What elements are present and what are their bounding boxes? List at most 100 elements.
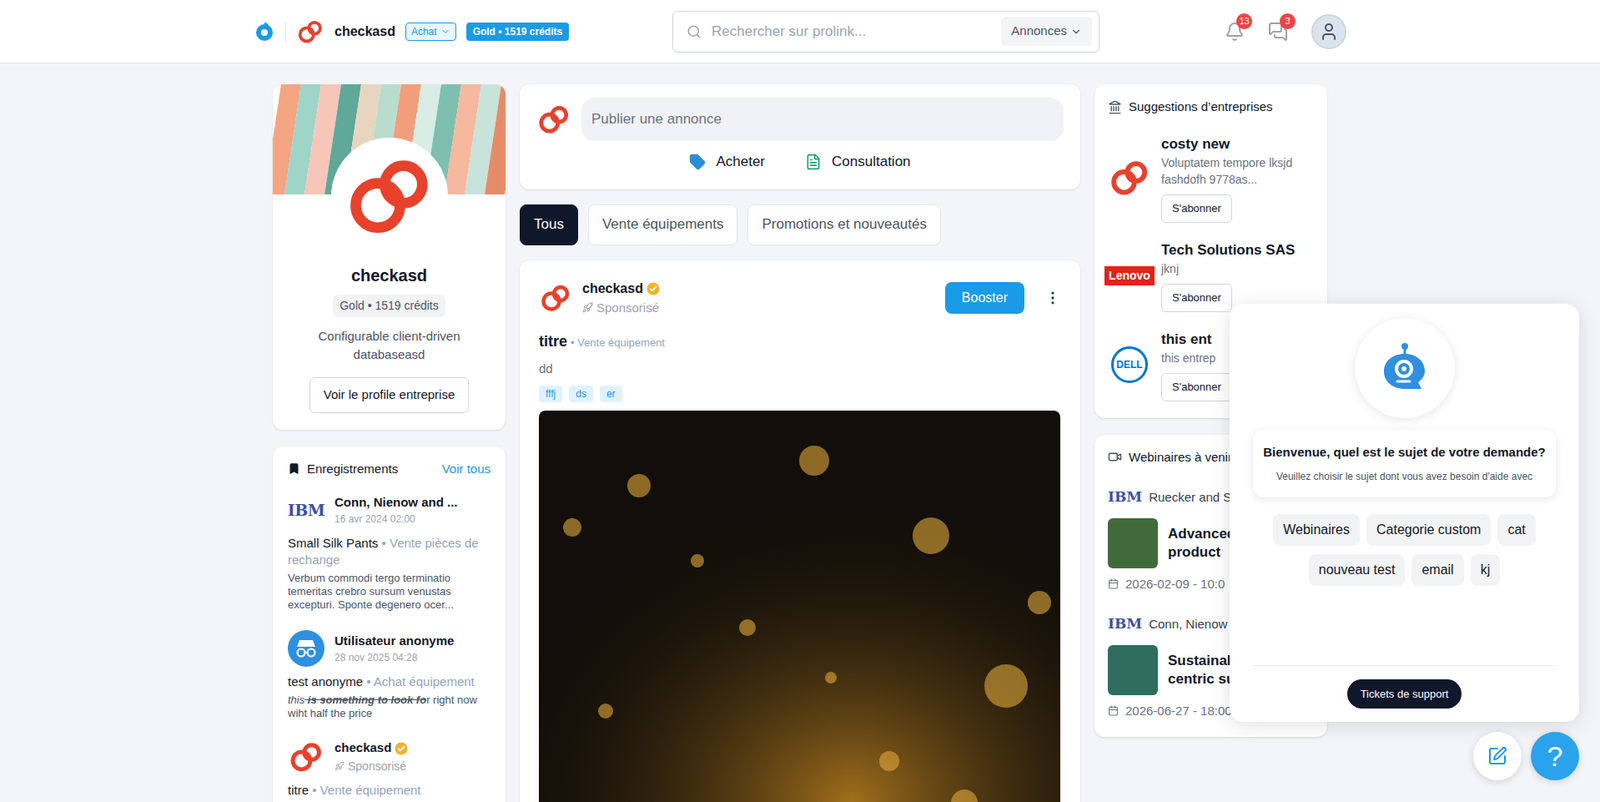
top-navbar: checkasd Achat Gold • 1519 crédits Recherch…	[0, 0, 1600, 64]
anonymous-user-icon	[287, 629, 325, 667]
saved-item-title: Small Silk Pants	[287, 535, 378, 550]
topic-chip[interactable]: cat	[1497, 513, 1535, 546]
more-icon[interactable]	[1044, 289, 1062, 307]
topic-chip[interactable]: Webinaires	[1272, 513, 1360, 546]
bot-icon	[1375, 338, 1434, 398]
feed-tab[interactable]: Promotions et nouveautés	[747, 204, 941, 246]
saved-item[interactable]: Utilisateur anonyme28 nov 2025 04:28 test…	[287, 629, 491, 720]
suggestion-item: costy newVoluptatem tempore lksjd fashdo…	[1107, 133, 1314, 223]
building-icon	[1107, 100, 1123, 115]
notifications-button[interactable]: 13	[1224, 21, 1245, 42]
assistant-panel: Bienvenue, quel est le sujet de votre de…	[1229, 303, 1580, 722]
suggestion-item: Lenovo Tech Solutions SASjknj S'abonner	[1107, 239, 1314, 312]
post-tag[interactable]: fffj	[538, 385, 563, 403]
saved-item-title: titre	[287, 782, 309, 797]
calendar-icon	[1107, 704, 1119, 716]
subscribe-button[interactable]: S'abonner	[1161, 194, 1233, 223]
saved-item-category: • Achat équipement	[366, 674, 475, 689]
profile-plan: Gold • 1519 crédits	[332, 294, 446, 317]
saved-item-category: • Vente équipement	[311, 782, 421, 797]
feed-tab[interactable]: Vente équipements	[588, 204, 739, 246]
see-all-link[interactable]: Voir tous	[442, 459, 491, 479]
rocket-icon	[582, 301, 594, 313]
saved-item-date: 28 nov 2025 04:28	[334, 649, 454, 665]
compose-fab[interactable]	[1473, 731, 1522, 780]
topic-chip[interactable]: nouveau test	[1308, 553, 1406, 586]
company-logo: DELL	[1107, 342, 1152, 387]
plan-badge: Gold • 1519 crédits	[466, 22, 570, 41]
suggestion-name[interactable]: Tech Solutions SAS	[1161, 239, 1295, 262]
document-icon	[805, 153, 822, 171]
topic-chip[interactable]: kj	[1470, 553, 1501, 586]
saved-item[interactable]: checkasdSponsorisé titre • Vente équipeme…	[287, 738, 491, 799]
user-icon	[1318, 21, 1339, 42]
main-content: checkasdGold • 1519 créditsConfigurable …	[272, 63, 1328, 802]
topic-chip[interactable]: email	[1411, 553, 1464, 586]
messages-button[interactable]: 3	[1267, 21, 1289, 42]
post-image	[538, 410, 1061, 802]
suggestions-title: Suggestions d’entreprises	[1128, 97, 1273, 117]
brand-logo-icon	[287, 738, 325, 775]
boost-button[interactable]: Booster	[945, 281, 1025, 314]
subscribe-button[interactable]: S'abonner	[1161, 283, 1233, 312]
messages-count: 3	[1279, 13, 1296, 30]
assistant-hint: Veuillez choisir le sujet dont vous avez…	[1262, 468, 1546, 484]
composer-action[interactable]: Acheter	[689, 150, 765, 173]
suggestion-name[interactable]: costy new	[1161, 133, 1230, 156]
topic-chip[interactable]: Categorie custom	[1366, 513, 1491, 546]
app-root: checkasd Achat Gold • 1519 crédits Recherch…	[0, 0, 1600, 802]
feed-tab[interactable]: Tous	[519, 204, 579, 246]
post-tag[interactable]: er	[599, 385, 623, 403]
app-logo-icon[interactable]	[253, 20, 276, 43]
post-body: dd	[538, 359, 1062, 379]
suggestion-name[interactable]: this ent	[1161, 328, 1212, 351]
saved-item-description: this is something to look for right now …	[287, 693, 491, 720]
saved-item-title: test anonyme	[287, 674, 363, 689]
post-author[interactable]: checkasd	[582, 278, 644, 299]
search-scope-dropdown[interactable]: Annonces	[1001, 16, 1092, 46]
saved-item-author: Utilisateur anonyme	[334, 631, 454, 651]
brand-logo-icon	[1107, 155, 1152, 200]
saved-item-description: Verbum commodi tergo terminatio temerita…	[287, 571, 491, 612]
feed-column: Publier une annonce Acheter Consultation To…	[519, 84, 1081, 802]
mode-badge[interactable]: Achat	[405, 22, 457, 41]
webinar-thumbnail	[1107, 518, 1158, 569]
notifications-count: 13	[1236, 13, 1253, 30]
search-icon	[686, 24, 702, 40]
webinar-title: Advancedproduct	[1167, 524, 1236, 562]
video-icon	[1107, 449, 1123, 464]
saved-item-author: Conn, Nienow and ...	[334, 493, 458, 513]
company-logo: Lenovo	[1107, 253, 1152, 297]
support-tickets-button[interactable]: Tickets de support	[1347, 679, 1463, 710]
saved-item-sponsored: Sponsorisé	[334, 757, 408, 775]
saved-item-author: checkasd	[334, 738, 392, 758]
assistant-message: Bienvenue, quel est le sujet de votre de…	[1252, 429, 1556, 498]
calendar-icon	[1107, 578, 1119, 589]
brand-logo-icon	[536, 101, 572, 137]
post-tag[interactable]: ds	[568, 385, 594, 403]
suggestion-description: Voluptatem tempore lksjd fashdofh 9778as…	[1161, 154, 1314, 188]
rocket-icon	[334, 760, 345, 771]
saved-item[interactable]: IBMConn, Nienow and ...16 avr 2024 02:00…	[287, 491, 491, 612]
assistant-greeting: Bienvenue, quel est le sujet de votre de…	[1262, 442, 1546, 463]
chevron-down-icon	[440, 26, 451, 37]
search-field[interactable]: Rechercher sur prolink...Annonces	[672, 10, 1100, 53]
assistant-avatar	[1354, 317, 1455, 418]
subscribe-button[interactable]: S'abonner	[1161, 372, 1233, 402]
user-avatar[interactable]	[1311, 14, 1347, 50]
bookmark-icon	[287, 462, 301, 475]
publish-input[interactable]: Publier une annonce	[581, 97, 1064, 141]
tag-icon	[689, 153, 706, 171]
company-name[interactable]: checkasd	[334, 21, 396, 42]
post-sponsored: Sponsorisé	[582, 298, 936, 318]
webinar-host-logo: IBM	[1107, 486, 1143, 509]
help-fab[interactable]: ?	[1530, 731, 1580, 780]
post-card: checkasdSponsoriséBoostertitre• Vente éq…	[519, 260, 1081, 802]
verified-icon	[394, 741, 408, 755]
webinar-host-logo: IBM	[1107, 613, 1143, 635]
feed-tabs: TousVente équipementsPromotions et nouve…	[519, 204, 1081, 246]
composer-action[interactable]: Consultation	[805, 150, 911, 173]
saved-item-date: 16 avr 2024 02:00	[334, 511, 458, 527]
suggestion-description: jknj	[1161, 260, 1179, 277]
view-profile-button[interactable]: Voir le profile entreprise	[309, 377, 470, 413]
